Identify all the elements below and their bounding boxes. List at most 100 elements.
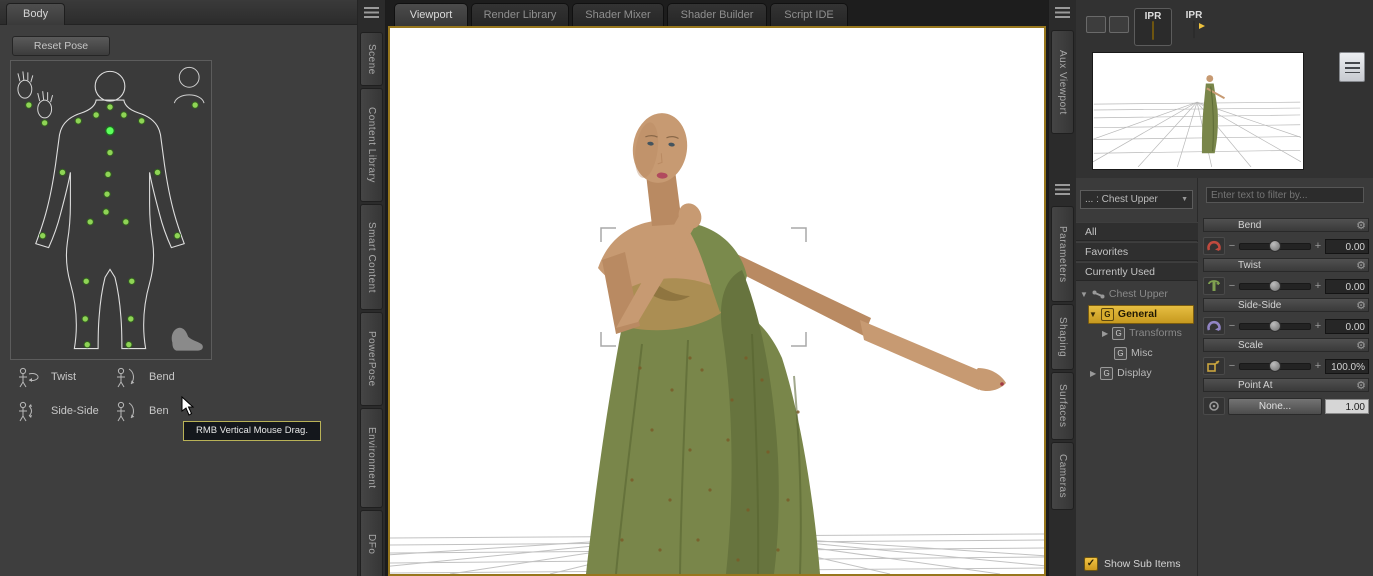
pose-control-bend[interactable]: Bend [112, 366, 175, 388]
viewport-3d[interactable] [89, 26, 1321, 576]
filter-input[interactable] [1206, 187, 1364, 203]
tree-node-chest-upper[interactable]: ▼ Chest Upper [1080, 286, 1168, 303]
nudge-plus-button[interactable]: + [1314, 240, 1322, 252]
pane-menu-icon[interactable] [1055, 184, 1070, 195]
parameters-tree-column: ... : Chest Upper ▼ All Favorites Curren… [1076, 178, 1198, 576]
slider-label: Bend [1238, 220, 1262, 231]
slider-value[interactable]: 0.00 [1325, 318, 1369, 334]
tab-render-library[interactable]: Render Library [471, 3, 569, 26]
slider-value[interactable]: 0.00 [1325, 278, 1369, 294]
slider-track[interactable] [1239, 240, 1311, 252]
slider-label: Twist [1238, 260, 1261, 271]
tab-script-ide[interactable]: Script IDE [770, 3, 848, 26]
nudge-minus-button[interactable]: − [1228, 360, 1236, 372]
gear-icon[interactable]: ⚙ [1356, 379, 1366, 393]
aux-pane-menu-button[interactable] [1339, 52, 1365, 82]
nudge-minus-button[interactable]: − [1228, 320, 1236, 332]
slider-group-side-side: Side-Side ⚙ − + 0.00 [1203, 298, 1369, 336]
collapse-arrow-icon[interactable]: ▶ [1102, 325, 1108, 342]
slider-handle[interactable] [1269, 360, 1281, 372]
nudge-plus-button[interactable]: + [1314, 320, 1322, 332]
gear-icon[interactable]: ⚙ [1356, 259, 1366, 273]
side-side-pose-icon [14, 400, 42, 422]
powerpose-body-map[interactable] [10, 60, 212, 360]
slider-track[interactable] [1239, 320, 1311, 332]
sidebar-tab-dforce[interactable]: DFo [360, 510, 383, 576]
gear-icon[interactable]: ⚙ [1356, 219, 1366, 233]
aux-tool-icon-2[interactable] [1109, 16, 1129, 33]
chevron-down-icon: ▼ [1181, 196, 1188, 203]
slider-track[interactable] [1239, 360, 1311, 372]
pose-control-twist[interactable]: Twist [14, 366, 76, 388]
tab-label: Aux Viewport [1057, 49, 1068, 115]
pane-menu-icon[interactable] [364, 7, 379, 18]
tab-shader-builder[interactable]: Shader Builder [667, 3, 767, 26]
expand-arrow-icon[interactable]: ▼ [1080, 286, 1088, 303]
tab-body[interactable]: Body [6, 3, 66, 25]
tree-label: Misc [1131, 347, 1153, 359]
sidebar-tab-content-library[interactable]: Content Library [360, 88, 383, 202]
pane-menu-icon[interactable] [1055, 7, 1070, 18]
powerpose-titlebar: Body [0, 0, 357, 25]
expand-arrow-icon[interactable]: ▼ [1089, 306, 1097, 323]
param-group-currently-used[interactable]: Currently Used [1076, 262, 1198, 281]
collapse-arrow-icon[interactable]: ▶ [1090, 365, 1096, 382]
hand-icon-left [17, 71, 34, 99]
param-group-favorites[interactable]: Favorites [1076, 242, 1198, 261]
sidebar-tab-powerpose[interactable]: PowerPose [360, 312, 383, 406]
menu-icon [1344, 61, 1360, 73]
nudge-plus-button[interactable]: + [1314, 360, 1322, 372]
slider-value[interactable]: 100.0% [1325, 358, 1369, 374]
tree-node-display[interactable]: ▶ G Display [1090, 365, 1152, 382]
aux-preview-scene [1015, 53, 1373, 168]
body-map-figure[interactable] [11, 61, 209, 357]
tab-label: Viewport [409, 9, 453, 21]
gear-icon[interactable]: ⚙ [1356, 299, 1366, 313]
tree-node-misc[interactable]: G Misc [1114, 345, 1153, 362]
nudge-plus-button[interactable]: + [1314, 280, 1322, 292]
nudge-minus-button[interactable]: − [1228, 240, 1236, 252]
daz-studio-window: Body Reset Pose Twist Bend Side-Side Ben… [0, 0, 1373, 576]
nudge-minus-button[interactable]: − [1228, 280, 1236, 292]
slider-value[interactable]: 0.00 [1325, 238, 1369, 254]
node-selector-dropdown[interactable]: ... : Chest Upper ▼ [1080, 190, 1193, 209]
tab-shader-mixer[interactable]: Shader Mixer [572, 3, 664, 26]
reset-pose-button[interactable]: Reset Pose [12, 36, 110, 56]
sidebar-tab-surfaces[interactable]: Surfaces [1051, 372, 1074, 440]
sidebar-tab-scene[interactable]: Scene [360, 32, 383, 86]
sidebar-tab-aux-viewport[interactable]: Aux Viewport [1051, 30, 1074, 134]
ipr-toggle-button[interactable]: IPR [1134, 8, 1172, 46]
param-group-all[interactable]: All [1076, 222, 1198, 241]
tree-node-transforms[interactable]: ▶ G Transforms [1102, 325, 1182, 342]
slider-track[interactable] [1239, 280, 1311, 292]
slider-handle[interactable] [1269, 280, 1281, 292]
sidebar-tab-cameras[interactable]: Cameras [1051, 442, 1074, 510]
group-icon: G [1114, 347, 1127, 360]
pose-control-side-side[interactable]: Side-Side [14, 400, 99, 422]
tab-viewport[interactable]: Viewport [394, 3, 468, 26]
tree-node-general[interactable]: ▼ G General [1088, 305, 1194, 324]
sidebar-tab-smart-content[interactable]: Smart Content [360, 204, 383, 310]
right-tab-strip: Aux Viewport Parameters Shaping Surfaces… [1048, 0, 1077, 576]
viewport-3d-scene[interactable] [89, 28, 1321, 575]
checkbox-checked-icon[interactable]: ✓ [1084, 557, 1098, 571]
pose-control-bend-2[interactable]: Ben [112, 400, 169, 422]
point-at-none-button[interactable]: None... [1228, 397, 1322, 415]
group-icon: G [1100, 308, 1114, 321]
aux-viewport-preview[interactable] [1015, 52, 1373, 170]
sidebar-tab-parameters[interactable]: Parameters [1051, 206, 1074, 302]
slider-handle[interactable] [1269, 240, 1281, 252]
tab-label: Content Library [366, 107, 377, 183]
tab-label: Script IDE [784, 9, 834, 21]
sidebar-tab-environment[interactable]: Environment [360, 408, 383, 508]
slider-handle[interactable] [1269, 320, 1281, 332]
sidebar-tab-shaping[interactable]: Shaping [1051, 304, 1074, 370]
show-sub-items-checkbox-row[interactable]: ✓ Show Sub Items [1084, 557, 1180, 571]
pose-control-label: Bend [149, 371, 175, 383]
point-at-value[interactable]: 1.00 [1325, 398, 1369, 414]
gear-icon[interactable]: ⚙ [1356, 339, 1366, 353]
ipr-render-button[interactable]: IPR [1176, 8, 1212, 44]
group-label: All [1085, 226, 1097, 238]
aux-tool-icon-1[interactable] [1086, 16, 1106, 33]
twist-pose-icon [14, 366, 42, 388]
